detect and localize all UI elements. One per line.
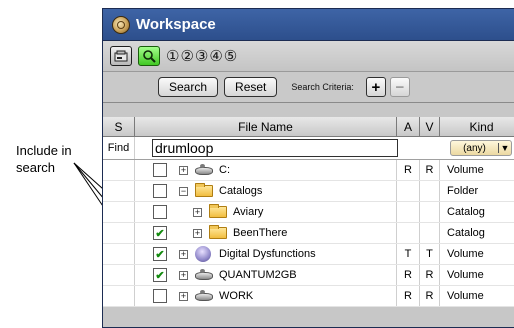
kind-cell: Volume — [447, 269, 484, 281]
file-name: WORK — [219, 290, 254, 302]
a-cell — [397, 181, 420, 201]
folder-icon — [209, 225, 227, 239]
name-cell — [135, 286, 397, 306]
v-cell — [420, 202, 440, 222]
expand-toggle-icon[interactable]: − — [179, 187, 188, 196]
kind-cell: Volume — [447, 248, 484, 260]
name-cell — [135, 160, 397, 180]
expand-toggle-icon[interactable]: + — [179, 166, 188, 175]
kind-filter-dropdown[interactable]: (any) ▼ — [450, 140, 512, 156]
kind-filter-value: (any) — [463, 142, 486, 154]
search-button[interactable]: Search — [158, 77, 219, 97]
drive-icon — [195, 290, 213, 301]
app-icon — [112, 15, 130, 34]
column-header-file-name[interactable]: File Name — [135, 117, 397, 136]
a-cell: R — [397, 160, 420, 180]
workspace-window: Workspace ①②③④⑤ Search Reset Search Crit… — [102, 8, 514, 328]
s-cell — [103, 223, 135, 243]
search-view-button[interactable] — [138, 46, 160, 66]
file-name: C: — [219, 164, 230, 176]
name-cell — [135, 181, 397, 201]
drive-icon — [195, 269, 213, 280]
name-cell — [135, 202, 397, 222]
drive-icon — [195, 164, 213, 175]
v-cell: R — [420, 160, 440, 180]
window-title: Workspace — [136, 16, 216, 33]
column-header-a[interactable]: A — [397, 117, 420, 136]
expand-toggle-icon[interactable]: + — [179, 271, 188, 280]
find-label: Find — [103, 137, 135, 159]
a-cell — [397, 223, 420, 243]
s-cell — [103, 244, 135, 264]
table-row[interactable]: ✔ + Digital Dysfunctions T T Volume — [103, 244, 514, 265]
file-name: QUANTUM2GB — [219, 269, 297, 281]
table-row[interactable]: ✔ + BeenThere Catalog — [103, 223, 514, 244]
search-bar: Search Reset Search Criteria: + − — [103, 72, 514, 103]
person-disk-icon — [195, 246, 211, 262]
table-row[interactable]: ✔ + QUANTUM2GB R R Volume — [103, 265, 514, 286]
callout-line-1: Include in — [16, 143, 72, 158]
expand-toggle-icon[interactable]: + — [193, 229, 202, 238]
column-header-v[interactable]: V — [420, 117, 440, 136]
kind-cell: Volume — [447, 290, 484, 302]
column-header-s[interactable]: S — [103, 117, 135, 136]
find-row: Find drumloop (any) ▼ — [103, 137, 514, 160]
file-name-search-input[interactable]: drumloop — [152, 139, 398, 157]
table-row[interactable]: + WORK R R Volume — [103, 286, 514, 307]
v-cell — [420, 181, 440, 201]
numbered-view-buttons[interactable]: ①②③④⑤ — [166, 47, 238, 65]
folder-icon — [195, 183, 213, 197]
file-name: Digital Dysfunctions — [219, 248, 316, 260]
s-cell — [103, 160, 135, 180]
a-cell: T — [397, 244, 420, 264]
file-table: S File Name A V Kind Find drumloop (any)… — [103, 117, 514, 307]
s-cell — [103, 181, 135, 201]
title-bar[interactable]: Workspace — [103, 9, 514, 41]
expand-toggle-icon[interactable]: + — [179, 292, 188, 301]
table-row[interactable]: + Aviary Catalog — [103, 202, 514, 223]
s-cell — [103, 265, 135, 285]
add-criteria-button[interactable]: + — [365, 77, 386, 97]
table-header: S File Name A V Kind — [103, 117, 514, 137]
v-cell: R — [420, 286, 440, 306]
table-row[interactable]: − Catalogs Folder — [103, 181, 514, 202]
callout-line-2: search — [16, 160, 56, 175]
expand-toggle-icon[interactable]: + — [193, 208, 202, 217]
a-cell: R — [397, 265, 420, 285]
s-cell — [103, 202, 135, 222]
file-name: BeenThere — [233, 227, 288, 239]
kind-cell: Folder — [447, 185, 479, 197]
file-name: Catalogs — [219, 185, 263, 197]
file-name: Aviary — [233, 206, 264, 218]
column-header-kind[interactable]: Kind — [440, 117, 514, 136]
v-cell — [420, 223, 440, 243]
a-cell: R — [397, 286, 420, 306]
v-cell: T — [420, 244, 440, 264]
v-cell: R — [420, 265, 440, 285]
magnifier-icon — [143, 50, 156, 63]
kind-cell: Volume — [447, 164, 484, 176]
expand-toggle-icon[interactable]: + — [179, 250, 188, 259]
drive-icon — [114, 50, 128, 61]
include-in-search-callout: Include in search — [16, 142, 72, 176]
drive-view-button[interactable] — [110, 46, 132, 66]
remove-criteria-button[interactable]: − — [389, 77, 410, 97]
search-criteria-label: Search Criteria: — [291, 82, 354, 92]
workspace-toolbar: ①②③④⑤ — [103, 41, 514, 72]
table-row[interactable]: + C: R R Volume — [103, 160, 514, 181]
kind-cell: Catalog — [447, 206, 485, 218]
reset-button[interactable]: Reset — [224, 77, 278, 97]
kind-cell: Catalog — [447, 227, 485, 239]
file-rows: + C: R R Volume − Catalogs Folder + Aviary Catalog… — [103, 160, 514, 307]
a-cell — [397, 202, 420, 222]
s-cell — [103, 286, 135, 306]
dropdown-arrow-icon: ▼ — [498, 143, 511, 153]
folder-icon — [209, 204, 227, 218]
